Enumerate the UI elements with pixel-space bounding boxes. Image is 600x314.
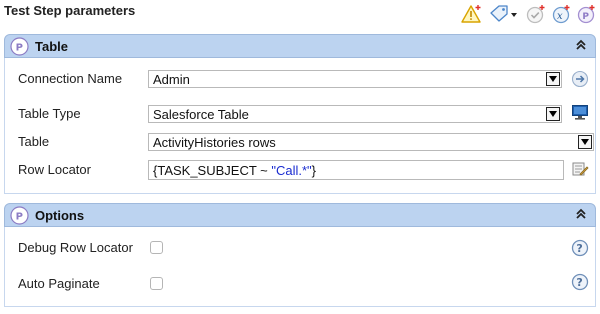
parameters-title-bar: Test Step parameters x P [0, 0, 600, 30]
provar-logo-icon: P [10, 37, 29, 56]
auto-paginate-checkbox[interactable] [150, 277, 163, 290]
row-locator-label: Row Locator [18, 162, 91, 177]
navigate-arrow-icon[interactable] [571, 70, 589, 88]
warning-add-icon[interactable] [461, 3, 483, 25]
svg-text:?: ? [576, 242, 582, 255]
collapse-icon[interactable] [575, 206, 587, 222]
options-section-body: Debug Row Locator ? Auto Paginate ? [4, 227, 596, 307]
table-select[interactable]: ActivityHistories rows [148, 133, 594, 151]
table-type-value: Salesforce Table [153, 107, 249, 122]
row-locator-suffix: } [311, 163, 317, 178]
edit-locator-icon[interactable] [571, 160, 589, 178]
connection-name-label: Connection Name [18, 71, 123, 86]
dropdown-arrow-icon[interactable] [578, 135, 592, 149]
svg-text:P: P [16, 43, 23, 54]
dropdown-arrow-icon[interactable] [546, 72, 560, 86]
row-locator-expression: {TASK_SUBJECT ~ "Call.*"} [153, 163, 316, 178]
connection-name-value: Admin [153, 72, 190, 87]
dropdown-arrow-icon[interactable] [546, 107, 560, 121]
row-locator-prefix: {TASK_SUBJECT ~ [153, 163, 272, 178]
row-locator-input[interactable]: {TASK_SUBJECT ~ "Call.*"} [148, 160, 564, 180]
table-label: Table [18, 134, 50, 149]
options-section-title: Options [35, 208, 85, 223]
step-formula-icon[interactable]: x [550, 3, 572, 25]
debug-row-locator-label: Debug Row Locator [18, 240, 133, 255]
table-section-body: Connection Name Admin Table Type Salesfo… [4, 58, 596, 194]
tag-dropdown-icon[interactable] [488, 3, 520, 25]
help-icon[interactable]: ? [571, 239, 589, 257]
check-add-icon[interactable] [525, 3, 547, 25]
provar-logo-icon: P [10, 206, 29, 225]
table-type-label: Table Type [18, 106, 81, 121]
options-section-header[interactable]: P Options [4, 203, 596, 227]
connection-name-select[interactable]: Admin [148, 70, 562, 88]
table-section-title: Table [35, 39, 68, 54]
panel-title: Test Step parameters [4, 3, 136, 18]
provar-add-icon[interactable]: P [575, 3, 597, 25]
debug-row-locator-checkbox[interactable] [150, 241, 163, 254]
auto-paginate-label: Auto Paginate [18, 276, 100, 291]
row-locator-string: "Call.*" [271, 163, 312, 178]
collapse-icon[interactable] [575, 37, 587, 53]
svg-text:P: P [16, 212, 23, 223]
svg-text:P: P [582, 12, 589, 22]
svg-text:?: ? [576, 276, 582, 289]
svg-text:x: x [557, 11, 563, 22]
table-type-select[interactable]: Salesforce Table [148, 105, 562, 123]
help-icon[interactable]: ? [571, 273, 589, 291]
monitor-icon[interactable] [571, 103, 589, 121]
table-section-header[interactable]: P Table [4, 34, 596, 58]
table-value: ActivityHistories rows [153, 135, 276, 150]
